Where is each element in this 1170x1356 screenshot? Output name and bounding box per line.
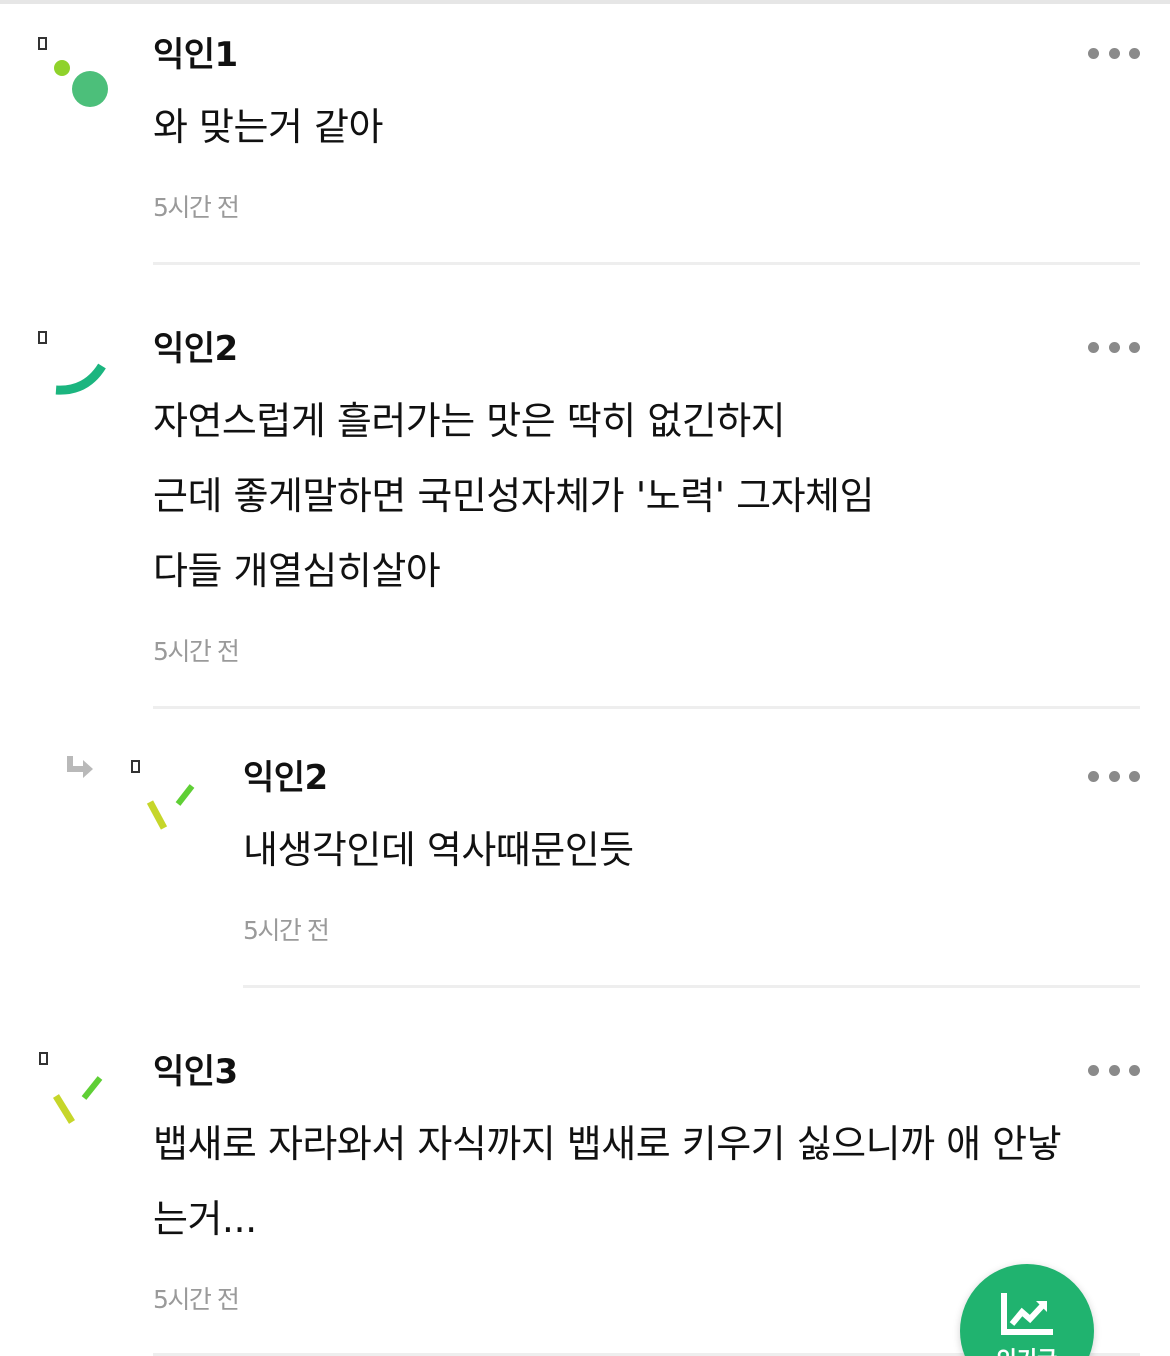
avatar[interactable] [36,330,126,420]
comment-time: 5시간 전 [153,193,240,222]
comment-text: 와 맞는거 같아 [153,90,383,165]
comment-line: 뱁새로 자라와서 자식까지 뱁새로 키우기 싫으니까 애 안낳 [153,1122,1062,1166]
dot-icon [1088,47,1099,59]
popular-posts-button[interactable]: 인기글 [960,1264,1094,1356]
more-options-button[interactable] [1088,337,1140,357]
fab-label: 인기글 [960,1342,1094,1356]
comment-time: 5시간 전 [153,637,240,666]
dot-icon [1108,47,1120,59]
dot-icon [1129,1064,1140,1076]
comment-line: 자연스럽게 흘러가는 맛은 딱히 없긴하지 [153,399,786,443]
more-options-button[interactable] [1088,43,1140,63]
avatar[interactable] [36,1052,126,1142]
more-options-button[interactable] [1088,766,1140,786]
comment-line: 내생각인데 역사때문인듯 [243,828,634,872]
dash-avatar-icon [39,1052,103,1124]
author-name[interactable]: 익인2 [243,758,328,798]
comment-time: 5시간 전 [243,916,330,945]
reply-arrow-icon [63,754,97,784]
dot-icon [1129,47,1140,59]
dot-icon [1108,341,1120,353]
comment-line: 와 맞는거 같아 [153,105,383,149]
dot-icon [1129,341,1140,353]
comment-time: 5시간 전 [153,1285,240,1314]
author-name[interactable]: 익인1 [153,35,238,75]
smile-avatar-icon [38,331,106,395]
dot-icon [1129,770,1140,782]
comment-text: 자연스럽게 흘러가는 맛은 딱히 없긴하지 근데 좋게말하면 국민성자체가 '노… [153,384,874,609]
author-name[interactable]: 익인2 [153,329,238,369]
divider [153,262,1140,265]
comment-line: 다들 개열심히살아 [153,549,441,593]
dots-avatar-icon [38,37,108,107]
avatar[interactable] [128,760,218,850]
comment-line: 는거... [153,1197,257,1241]
comment-text: 뱁새로 자라와서 자식까지 뱁새로 키우기 싫으니까 애 안낳 는거... [153,1107,1062,1257]
more-options-button[interactable] [1088,1060,1140,1080]
dot-icon [1088,1064,1099,1076]
dot-icon [1108,1064,1120,1076]
comment-text: 내생각인데 역사때문인듯 [243,813,634,888]
author-name[interactable]: 익인3 [153,1052,238,1092]
comment-line: 근데 좋게말하면 국민성자체가 '노력' 그자체임 [153,474,874,518]
trending-chart-icon [1001,1293,1053,1335]
divider [243,985,1140,988]
divider [153,706,1140,709]
avatar[interactable] [36,36,126,126]
dot-icon [1088,770,1099,782]
dot-icon [1108,770,1120,782]
dot-icon [1088,341,1099,353]
dash-avatar-icon [131,760,195,830]
top-border [0,0,1170,4]
